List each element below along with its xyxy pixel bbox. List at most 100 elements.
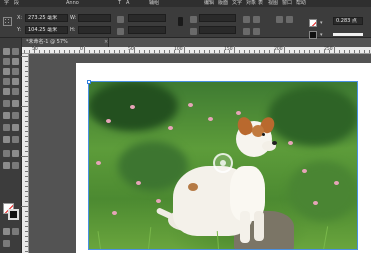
hand-tool-icon[interactable] [3, 136, 10, 143]
pencil-tool-icon[interactable] [12, 78, 19, 85]
ruler-tick [69, 50, 70, 53]
puppy-front-leg [240, 211, 250, 243]
fill-none-icon[interactable] [309, 19, 317, 27]
horizontal-ruler[interactable]: 50 0 50 100 150 200 250 [22, 46, 371, 54]
ruler-tick [25, 111, 28, 112]
rotate-field[interactable] [199, 14, 236, 22]
select-previous-icon[interactable] [253, 28, 260, 35]
stroke-black-icon[interactable] [309, 31, 317, 39]
free-transform-tool-icon[interactable] [12, 100, 19, 107]
scale-y-field[interactable] [128, 26, 166, 34]
align-icon[interactable] [276, 16, 283, 23]
ruler-tick [25, 226, 28, 227]
note-tool-icon[interactable] [3, 124, 10, 131]
menu-item-3[interactable]: T [118, 0, 121, 7]
flip-vertical-icon[interactable] [253, 16, 260, 23]
constrain-proportions-icon[interactable] [117, 16, 124, 23]
menu-item-10[interactable]: 表 [258, 0, 263, 7]
menu-item-13[interactable]: 帮助 [296, 0, 306, 7]
h-label: H: [70, 27, 76, 33]
menu-item-6[interactable]: 编辑 [204, 0, 214, 7]
ruler-tick [25, 176, 28, 177]
ruler-tick [25, 101, 28, 102]
scale-x-field[interactable] [128, 14, 166, 22]
close-icon[interactable]: × [104, 39, 108, 46]
ruler-tick [199, 50, 200, 53]
ruler-tick [369, 50, 370, 53]
select-next-icon[interactable] [243, 28, 250, 35]
pen-tool-icon[interactable] [3, 78, 10, 85]
scissors-tool-icon[interactable] [3, 100, 10, 107]
stroke-chevron-down-icon[interactable]: ▾ [320, 32, 323, 38]
ruler-tick [25, 251, 28, 252]
menu-item-0[interactable]: 字 [4, 0, 9, 7]
ruler-tick [25, 161, 28, 162]
shear-icon[interactable] [190, 28, 197, 35]
ruler-tick [154, 50, 155, 53]
ruler-tick [214, 50, 215, 53]
ruler-tick [229, 50, 230, 53]
zoom-tool-icon[interactable] [12, 136, 19, 143]
ruler-tick [25, 126, 28, 127]
ruler-tick [25, 241, 28, 242]
ruler-tick [44, 50, 45, 53]
ruler-tick [25, 96, 28, 97]
distribute-icon[interactable] [286, 16, 293, 23]
line-tool-icon[interactable] [12, 68, 19, 75]
rectangle-frame-tool-icon[interactable] [3, 88, 10, 95]
frame-handle[interactable] [87, 80, 91, 84]
ruler-tick [25, 136, 28, 137]
default-colors-icon[interactable] [3, 150, 10, 157]
direct-selection-tool-icon[interactable] [12, 48, 19, 55]
rotate-icon[interactable] [190, 16, 197, 23]
swap-colors-icon[interactable] [12, 150, 19, 157]
flip-horizontal-icon[interactable] [243, 16, 250, 23]
ruler-tick [219, 50, 220, 53]
y-field[interactable]: 104.25 毫米 [25, 26, 68, 34]
screen-mode-icon[interactable] [3, 240, 10, 247]
reference-point-icon[interactable] [3, 17, 12, 26]
gap-tool-icon[interactable] [12, 58, 19, 65]
ruler-tick [349, 50, 350, 53]
fill-chevron-down-icon[interactable]: ▾ [320, 20, 323, 26]
page-tool-icon[interactable] [3, 58, 10, 65]
stroke-weight-field[interactable]: 0.283 点 [333, 17, 363, 25]
ruler-tick [25, 186, 28, 187]
menu-item-4[interactable]: A [126, 0, 129, 7]
toolbox-stroke-icon[interactable] [8, 209, 19, 220]
type-tool-icon[interactable] [3, 68, 10, 75]
vertical-ruler[interactable] [21, 54, 29, 253]
ruler-tick [25, 121, 28, 122]
menu-item-8[interactable]: 文字 [232, 0, 242, 7]
ruler-tick [259, 50, 260, 53]
ruler-tick [25, 116, 28, 117]
menu-item-12[interactable]: 窗口 [282, 0, 292, 7]
ruler-tick [24, 50, 25, 53]
document-tab[interactable]: *未命名-1 @ 57% × [22, 38, 109, 47]
menu-item-7[interactable]: 版面 [218, 0, 228, 7]
w-field[interactable] [78, 14, 111, 22]
x-field[interactable]: 273.25 毫米 [25, 14, 68, 22]
rectangle-tool-icon[interactable] [12, 88, 19, 95]
h-field[interactable] [78, 26, 111, 34]
stroke-type-preview[interactable] [333, 33, 363, 36]
gradient-tool-icon[interactable] [3, 112, 10, 119]
link-icon[interactable] [117, 28, 124, 35]
ruler-tick [314, 50, 315, 53]
ruler-tick [25, 201, 28, 202]
apply-color-icon[interactable] [3, 228, 10, 235]
menu-item-1[interactable]: 段 [14, 0, 19, 7]
selection-tool-icon[interactable] [3, 48, 10, 55]
menu-item-11[interactable]: 视图 [268, 0, 278, 7]
content-grabber-icon[interactable] [213, 153, 233, 173]
menu-item-2[interactable]: Anno [66, 0, 79, 7]
shear-field[interactable] [199, 26, 236, 34]
select-container-icon[interactable] [178, 17, 183, 26]
formatting-text-icon[interactable] [12, 162, 19, 169]
gradient-feather-tool-icon[interactable] [12, 112, 19, 119]
apply-none-icon[interactable] [12, 228, 19, 235]
menu-item-5[interactable]: 辅组 [149, 0, 159, 7]
eyedropper-tool-icon[interactable] [12, 124, 19, 131]
formatting-container-icon[interactable] [3, 162, 10, 169]
menu-item-9[interactable]: 对象 [246, 0, 256, 7]
